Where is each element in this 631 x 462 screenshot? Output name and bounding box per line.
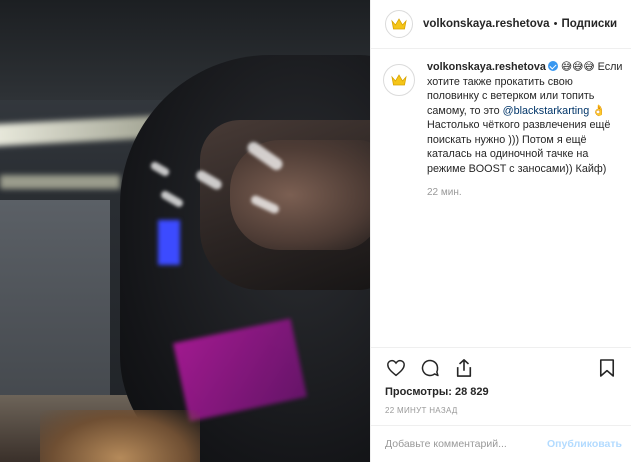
mention-link[interactable]: @blackstarkarting [503,105,590,117]
post-date[interactable]: 22 МИНУТ НАЗАД [385,406,618,415]
caption-author[interactable]: volkonskaya.reshetova [427,61,546,73]
username-link[interactable]: volkonskaya.reshetova [423,18,550,30]
mention-emoji: 👌 [592,104,606,117]
comment-icon[interactable] [419,357,441,379]
action-icons [385,356,618,380]
views-label: Просмотры: [385,386,452,398]
caption-row: volkonskaya.reshetova 😅😅😅 Если хотите та… [371,60,631,201]
crown-icon [391,74,407,86]
share-icon[interactable] [453,357,475,379]
add-comment-bar: Опубликовать [371,425,631,462]
separator-dot: • [553,18,558,30]
post-actions: Просмотры: 28 829 22 МИНУТ НАЗАД [371,347,631,415]
video-face [230,140,370,250]
video-hair [40,410,200,462]
post-video[interactable] [0,0,370,462]
avatar[interactable] [385,10,413,38]
caption-time[interactable]: 22 мин. [427,186,624,201]
views-count[interactable]: Просмотры: 28 829 [385,386,618,398]
video-light [0,175,120,189]
post-panel: volkonskaya.reshetova • Подписки volkons… [370,0,631,462]
heart-icon[interactable] [385,357,407,379]
avatar[interactable] [383,64,415,96]
caption-text: volkonskaya.reshetova 😅😅😅 Если хотите та… [427,60,624,201]
video-wall [0,200,110,410]
views-number: 28 829 [454,386,489,398]
comment-input[interactable] [385,438,548,450]
post-header: volkonskaya.reshetova • Подписки [371,0,631,49]
caption-section: volkonskaya.reshetova 😅😅😅 Если хотите та… [371,60,631,201]
crown-icon [391,18,407,30]
caption-text-part: Настолько чёткого развлечения ещё поиска… [427,119,611,175]
video-blue-light [158,220,180,265]
verified-icon [547,61,558,71]
following-button[interactable]: Подписки [561,18,617,30]
bookmark-icon[interactable] [596,357,618,379]
caption-emoji: 😅😅😅 [560,61,595,73]
publish-button[interactable]: Опубликовать [547,438,622,450]
